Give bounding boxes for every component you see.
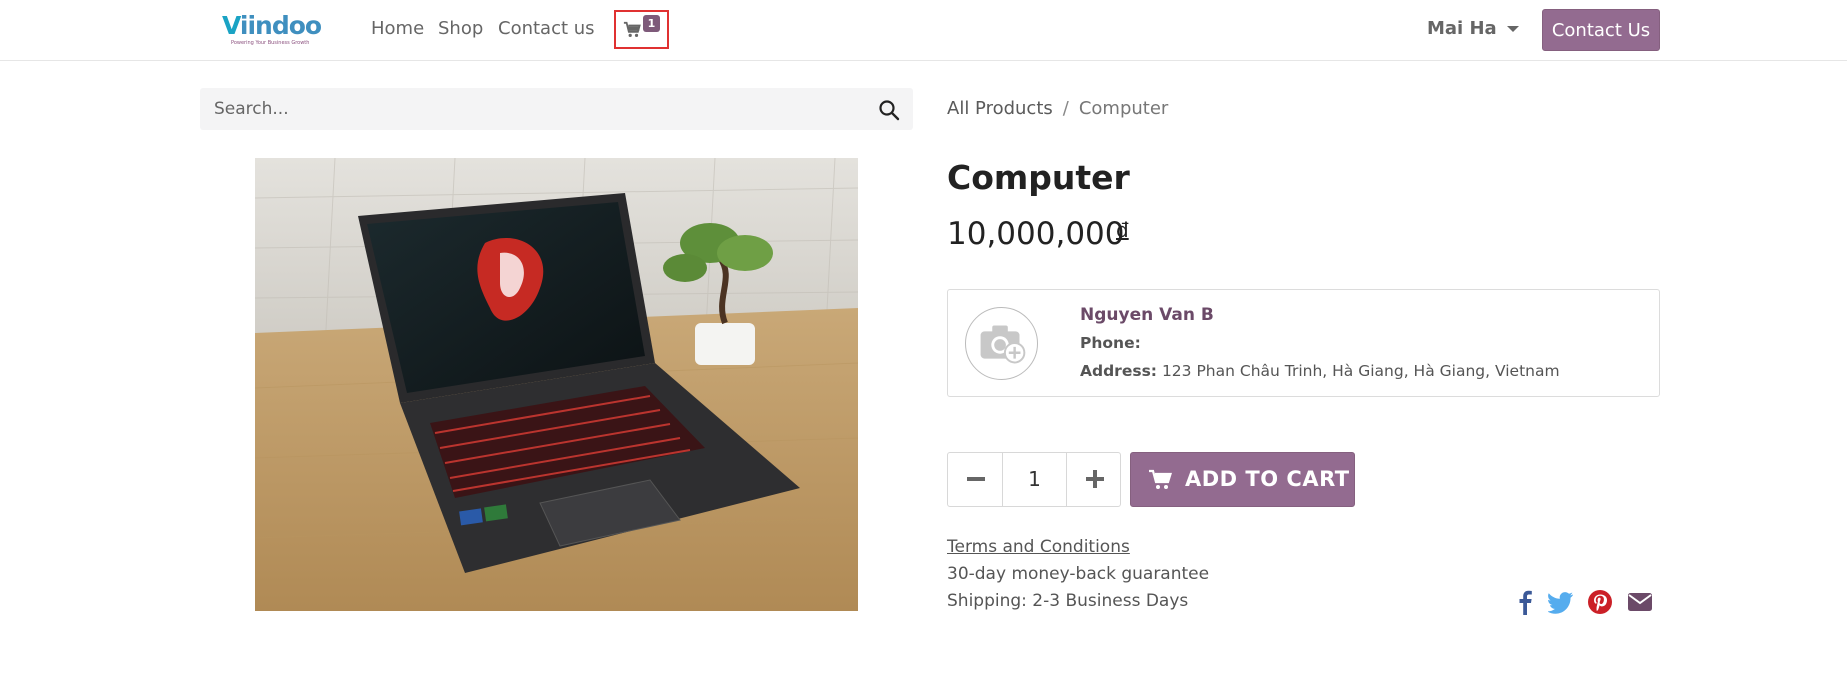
product-search-bar <box>200 88 913 130</box>
terms-and-conditions-link[interactable]: Terms and Conditions <box>947 536 1130 558</box>
shipping-text: Shipping: 2-3 Business Days <box>947 591 1189 611</box>
breadcrumb: All Products / Computer <box>947 98 1168 120</box>
address-label: Address: <box>1080 362 1157 380</box>
user-dropdown[interactable]: Mai Ha <box>1427 18 1519 40</box>
product-price: 10,000,000 <box>947 216 1125 252</box>
minus-icon <box>967 477 985 481</box>
seller-phone: Phone: <box>1080 333 1141 353</box>
caret-down-icon <box>1506 26 1519 32</box>
decrease-quantity-button[interactable] <box>948 453 1003 506</box>
shopping-cart-icon <box>1149 469 1172 489</box>
product-title: Computer <box>947 158 1130 197</box>
viindoo-logo[interactable]: Viindoo Powering Your Business Growth <box>222 11 322 47</box>
add-to-cart-label: ADD TO CART <box>1185 467 1350 491</box>
phone-label: Phone: <box>1080 334 1141 352</box>
user-name: Mai Ha <box>1427 18 1497 39</box>
email-icon[interactable] <box>1627 589 1653 615</box>
pinterest-icon[interactable] <box>1587 589 1613 615</box>
seller-avatar-placeholder-icon <box>965 307 1038 380</box>
plus-icon <box>1086 470 1104 488</box>
guarantee-text: 30-day money-back guarantee <box>947 564 1210 584</box>
address-value: 123 Phan Châu Trinh, Hà Giang, Hà Giang,… <box>1161 362 1560 380</box>
seller-card: Nguyen Van B Phone: Address: 123 Phan Ch… <box>947 289 1660 397</box>
breadcrumb-separator: / <box>1062 98 1069 119</box>
logo-wordmark: Viindoo <box>222 11 322 40</box>
laptop-product-photo[interactable] <box>255 158 858 611</box>
seller-address: Address: 123 Phan Châu Trinh, Hà Giang, … <box>1080 361 1560 381</box>
seller-name[interactable]: Nguyen Van B <box>1080 304 1214 326</box>
quantity-stepper: 1 <box>947 452 1121 507</box>
nav-contact-us[interactable]: Contact us <box>498 18 595 40</box>
cart-link[interactable]: 1 <box>614 10 669 49</box>
breadcrumb-current: Computer <box>1078 98 1169 119</box>
search-icon[interactable] <box>878 99 900 121</box>
breadcrumb-all-products[interactable]: All Products <box>947 98 1053 119</box>
nav-home[interactable]: Home <box>371 18 424 40</box>
shopping-cart-icon <box>623 21 641 38</box>
increase-quantity-button[interactable] <box>1066 453 1121 506</box>
top-navbar: Viindoo Powering Your Business Growth Ho… <box>0 0 1847 61</box>
search-input[interactable] <box>214 88 854 130</box>
price-currency: đ <box>1116 218 1129 242</box>
contact-us-button[interactable]: Contact Us <box>1542 9 1660 51</box>
facebook-icon[interactable] <box>1512 589 1538 615</box>
logo-tagline: Powering Your Business Growth <box>231 40 310 46</box>
add-to-cart-button[interactable]: ADD TO CART <box>1130 452 1355 507</box>
twitter-icon[interactable] <box>1548 589 1574 615</box>
cart-count-badge: 1 <box>643 15 660 32</box>
quantity-input[interactable]: 1 <box>1003 453 1066 506</box>
nav-shop[interactable]: Shop <box>438 18 483 40</box>
